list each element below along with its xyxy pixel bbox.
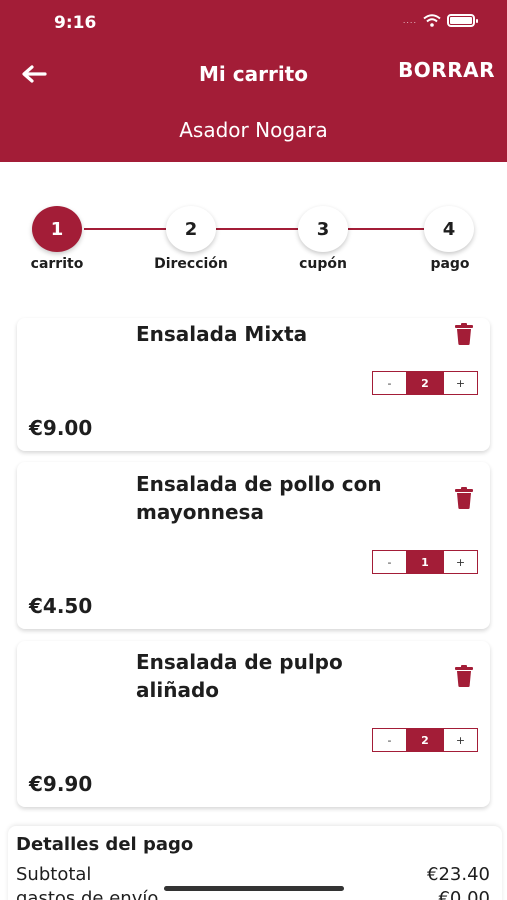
increase-button[interactable]: + — [443, 729, 477, 751]
shipping-value: €0.00 — [438, 888, 490, 900]
quantity-stepper: - 2 + — [372, 728, 478, 752]
item-price: €9.00 — [29, 416, 93, 440]
step-3-label: cupón — [299, 256, 347, 272]
step-connector — [84, 228, 166, 230]
item-price: €9.90 — [29, 772, 93, 796]
wifi-icon — [423, 14, 441, 27]
payment-title: Detalles del pago — [16, 834, 194, 855]
clear-cart-button[interactable]: BORRAR — [398, 58, 495, 82]
decrease-button[interactable]: - — [373, 551, 407, 573]
step-4-label: pago — [430, 256, 470, 272]
decrease-button[interactable]: - — [373, 729, 407, 751]
status-icons: .... — [402, 14, 478, 27]
subtotal-value: €23.40 — [427, 864, 490, 885]
subtotal-label: Subtotal — [16, 864, 92, 885]
increase-button[interactable]: + — [443, 372, 477, 394]
quantity-value: 1 — [407, 551, 443, 573]
increase-button[interactable]: + — [443, 551, 477, 573]
cart-item-card: Ensalada de pulpo aliñado - 2 + €9.90 — [17, 641, 490, 807]
signal-icon: .... — [402, 16, 417, 25]
restaurant-name: Asador Nogara — [179, 118, 328, 142]
quantity-value: 2 — [407, 729, 443, 751]
quantity-value: 2 — [407, 372, 443, 394]
item-name: Ensalada de pulpo aliñado — [136, 650, 343, 702]
status-time: 9:16 — [54, 13, 97, 33]
item-name: Ensalada Mixta — [136, 322, 308, 346]
home-indicator[interactable] — [164, 886, 344, 891]
step-1[interactable]: 1 — [32, 206, 82, 252]
item-name: Ensalada de pollo con mayonnesa — [136, 472, 382, 524]
battery-icon — [447, 14, 478, 27]
checkout-stepper: 1 2 3 4 carrito Dirección cupón pago — [0, 200, 507, 280]
step-1-label: carrito — [30, 256, 84, 272]
trash-icon[interactable] — [454, 487, 474, 509]
quantity-stepper: - 1 + — [372, 550, 478, 574]
step-2-label: Dirección — [154, 256, 228, 272]
cart-item-card: Ensalada de pollo con mayonnesa - 1 + €4… — [17, 462, 490, 629]
step-2[interactable]: 2 — [166, 206, 216, 252]
step-connector — [216, 228, 298, 230]
shipping-label: gastos de envío — [16, 888, 159, 900]
header: 9:16 .... Mi carrito BORRAR Asador Nogar… — [0, 0, 507, 162]
step-4[interactable]: 4 — [424, 206, 474, 252]
trash-icon[interactable] — [454, 323, 474, 345]
step-3[interactable]: 3 — [298, 206, 348, 252]
decrease-button[interactable]: - — [373, 372, 407, 394]
step-connector — [348, 228, 424, 230]
cart-item-card: Ensalada Mixta - 2 + €9.00 — [17, 318, 490, 451]
subtotal-row: Subtotal €23.40 — [16, 864, 490, 885]
quantity-stepper: - 2 + — [372, 371, 478, 395]
trash-icon[interactable] — [454, 665, 474, 687]
item-price: €4.50 — [29, 594, 93, 618]
